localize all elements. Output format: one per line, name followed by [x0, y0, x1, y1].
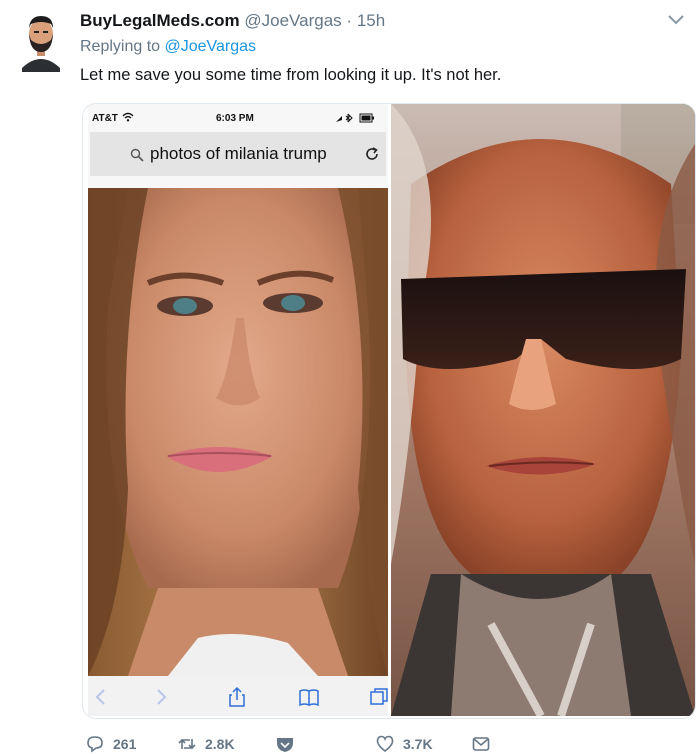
heart-icon [376, 735, 394, 753]
user-handle[interactable]: @JoeVargas [244, 11, 341, 30]
tweet-text: Let me save you some time from looking i… [80, 66, 502, 84]
heart-shield-icon [277, 738, 293, 752]
reply-icon [87, 736, 103, 753]
retweet-action[interactable]: 2.8K [178, 734, 235, 754]
display-name[interactable]: BuyLegalMeds.com [80, 11, 240, 30]
phone-screenshot: AT&T 6:03 PM photos of milania trump [88, 104, 388, 716]
share-icon [229, 686, 245, 707]
face-photo-right [391, 104, 695, 716]
phone-toolbar [88, 676, 388, 716]
tabs-icon [370, 688, 388, 705]
tweet-media[interactable]: AT&T 6:03 PM photos of milania trump [82, 103, 696, 719]
forward-arrow-icon [157, 689, 167, 705]
separator: · [346, 11, 353, 30]
status-time: 6:03 PM [216, 113, 254, 124]
more-action[interactable] [276, 734, 303, 754]
search-icon [130, 148, 144, 162]
replying-to: Replying to @JoeVargas [80, 38, 256, 56]
face-photo-left [88, 188, 388, 676]
status-bar: AT&T 6:03 PM [88, 110, 388, 128]
back-arrow-icon [95, 689, 105, 705]
like-count: 3.7K [403, 736, 433, 752]
retweet-icon [178, 738, 196, 750]
tweet-time[interactable]: 15h [357, 11, 385, 30]
wifi-icon [122, 112, 134, 122]
like-action[interactable]: 3.7K [376, 734, 433, 754]
bookmarks-icon [299, 689, 319, 707]
retweet-count: 2.8K [205, 736, 235, 752]
replying-mention[interactable]: @JoeVargas [165, 38, 257, 55]
avatar[interactable] [18, 10, 64, 72]
mail-icon [472, 737, 490, 751]
tweet-actions: 261 2.8K 3.7K [80, 734, 700, 754]
carrier-label: AT&T [92, 113, 118, 124]
chevron-down-icon[interactable] [666, 12, 686, 28]
reply-count: 261 [113, 736, 137, 752]
reply-action[interactable]: 261 [86, 734, 136, 754]
reload-icon [366, 147, 378, 160]
message-action[interactable] [472, 734, 499, 754]
search-bar: photos of milania trump [90, 132, 386, 176]
tweet-header: BuyLegalMeds.com @JoeVargas · 15h [80, 11, 660, 31]
replying-prefix: Replying to [80, 38, 165, 55]
battery-icon [336, 113, 374, 123]
search-query: photos of milania trump [150, 144, 327, 163]
